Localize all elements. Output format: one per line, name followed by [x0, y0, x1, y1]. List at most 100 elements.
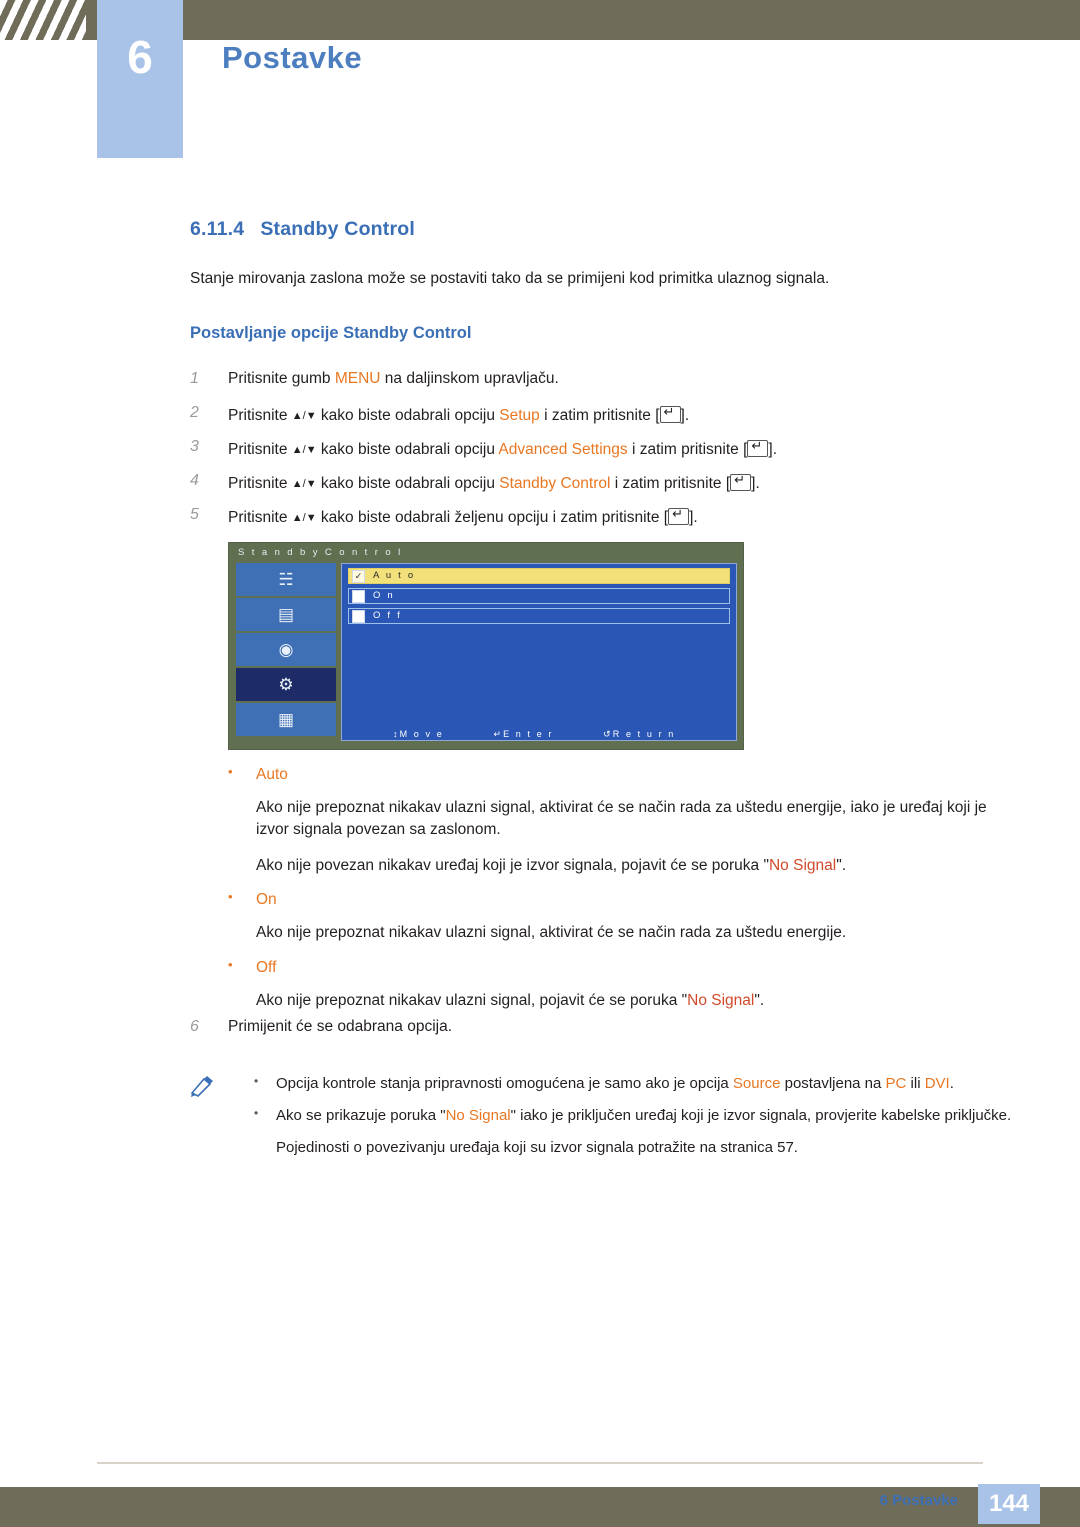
section-intro: Stanje mirovanja zaslona može se postavi… [190, 270, 830, 287]
picture-icon: ☵ [278, 570, 294, 589]
osd-hint-move: ↕M o v e [393, 729, 444, 739]
procedure-subheading: Postavljanje opcije Standby Control [190, 324, 472, 342]
osd-footer-hints: ↕M o v e ↵E n t e r ↺R e t u r n [341, 729, 737, 740]
step-text-tail: ]. [751, 475, 760, 492]
step-text: Pritisnite ▲/▼ kako biste odabrali opcij… [228, 471, 1020, 493]
osd-hint-enter: ↵E n t e r [493, 729, 554, 739]
option-bullet-auto: Auto [228, 764, 1018, 784]
osd-option-label: A u t o [373, 570, 416, 581]
keyword-dvi: DVI [924, 1075, 950, 1092]
osd-option-label: O f f [373, 610, 402, 621]
enter-key-icon [747, 438, 769, 457]
osd-option-off[interactable]: O f f [348, 608, 730, 624]
osd-icon-sound[interactable]: ◉ [236, 633, 336, 666]
note-text-pre: Opcija kontrole stanja pripravnosti omog… [276, 1075, 733, 1092]
updown-arrows-icon: ▲/▼ [291, 478, 317, 490]
note-pencil-icon [190, 1075, 216, 1097]
osd-icon-setup[interactable]: ⚙ [236, 668, 336, 701]
option-bullet-off: Off [228, 957, 1018, 977]
chapter-number: 6 [127, 31, 153, 83]
enter-key-icon [668, 506, 690, 525]
osd-option-on[interactable]: O n [348, 588, 730, 604]
step-text-mid: kako biste odabrali opciju [316, 475, 500, 492]
step-index: 4 [190, 472, 199, 489]
note-item-2: Ako se prikazuje poruka "No Signal" iako… [254, 1105, 1014, 1127]
option-auto-paragraph-1: Ako nije prepoznat nikakav ulazni signal… [256, 799, 987, 839]
osd-sidebar: ☵ ▤ ◉ ⚙ ▦ [236, 563, 336, 736]
step-text-pre: Pritisnite gumb [228, 370, 335, 387]
osd-hint-enter-label: E n t e r [503, 729, 554, 739]
option-bullet-on: On [228, 889, 1018, 909]
step-text-post: na daljinskom upravljaču. [380, 370, 559, 387]
section-number: 6.11.4 [190, 218, 245, 240]
note-plain-text: Pojedinosti o povezivanju uređaja koji s… [276, 1138, 798, 1156]
option-descriptions: Auto Ako nije prepoznat nikakav ulazni s… [228, 752, 1018, 1012]
updown-arrows-icon: ▲/▼ [291, 410, 317, 422]
checkbox-icon [352, 610, 365, 623]
step-text-post: i zatim pritisnite [ [610, 475, 731, 492]
header-hatch-decoration [0, 0, 86, 40]
osd-option-label: O n [373, 590, 395, 601]
note-text-tail: . [949, 1075, 954, 1092]
osd-screenshot: S t a n d b y C o n t r o l ☵ ▤ ◉ ⚙ ▦ ✓ A… [228, 542, 744, 750]
step-text: Pritisnite ▲/▼ kako biste odabrali opcij… [228, 437, 1020, 459]
section-heading: 6.11.4 Standby Control [190, 218, 415, 241]
osd-icon-multicontrol[interactable]: ▦ [236, 703, 336, 736]
step-index: 1 [190, 370, 199, 387]
option-label: Auto [256, 766, 288, 783]
step-index: 6 [190, 1018, 199, 1035]
step-text-pre: Pritisnite [228, 407, 292, 424]
footer-divider [97, 1462, 983, 1464]
osd-hint-return-label: R e t u r n [612, 729, 676, 739]
step-text-pre: Pritisnite [228, 441, 292, 458]
step-3: 3 Pritisnite ▲/▼ kako biste odabrali opc… [190, 437, 1020, 471]
no-signal-text: No Signal [768, 856, 837, 874]
option-auto-paragraph-2: Ako nije povezan nikakav uređaj koji je … [256, 856, 847, 874]
step-text-mid: kako biste odabrali opciju [316, 407, 500, 424]
footer-page-number: 144 [978, 1484, 1040, 1524]
menu-target-standby-control: Standby Control [499, 475, 611, 492]
note-text-post: ili [906, 1075, 925, 1092]
step-text-pre: Pritisnite [228, 509, 292, 526]
step-text-post: i zatim pritisnite [ [627, 441, 748, 458]
enter-key-icon [659, 404, 681, 423]
note-block: Opcija kontrole stanja pripravnosti omog… [190, 1063, 1020, 1156]
updown-arrows-icon: ▲/▼ [291, 444, 317, 456]
multicontrol-icon: ▦ [277, 710, 295, 729]
checkbox-checked-icon: ✓ [352, 570, 365, 583]
setup-gear-icon: ⚙ [278, 675, 294, 694]
step-text: Primijenit će se odabrana opcija. [228, 1018, 453, 1035]
note-item-1: Opcija kontrole stanja pripravnosti omog… [254, 1073, 1014, 1095]
step-1: 1 Pritisnite gumb MENU na daljinskom upr… [190, 369, 1020, 403]
option-off-paragraph-1: Ako nije prepoznat nikakav ulazni signal… [256, 991, 765, 1009]
step-text: Pritisnite ▲/▼ kako biste odabrali želje… [228, 505, 1020, 527]
section-title: Standby Control [260, 218, 416, 240]
menu-target-advanced-settings: Advanced Settings [498, 441, 628, 458]
keyword-source: Source [732, 1075, 781, 1092]
step-text-tail: ]. [689, 509, 698, 526]
menu-target-setup: Setup [499, 407, 540, 424]
osd-title: S t a n d b y C o n t r o l [238, 547, 403, 558]
option-label: On [256, 891, 277, 909]
updown-arrows-icon: ▲/▼ [291, 512, 317, 524]
chapter-number-box: 6 [97, 0, 183, 158]
step-text: Pritisnite gumb MENU na daljinskom uprav… [228, 369, 1020, 388]
enter-key-icon [730, 472, 752, 491]
step-text-mid: kako biste odabrali opciju [316, 441, 499, 458]
note-item-text: Opcija kontrole stanja pripravnosti omog… [276, 1073, 1014, 1095]
step-5: 5 Pritisnite ▲/▼ kako biste odabrali žel… [190, 505, 1020, 539]
osd-icon-screen[interactable]: ▤ [236, 598, 336, 631]
footer-chapter-label: 6 Postavke [879, 1492, 958, 1509]
step-index: 2 [190, 404, 199, 421]
osd-hint-return: ↺R e t u r n [603, 729, 676, 739]
osd-option-auto[interactable]: ✓ A u t o [348, 568, 730, 584]
osd-icon-picture[interactable]: ☵ [236, 563, 336, 596]
checkbox-icon [352, 590, 365, 603]
step-index: 3 [190, 438, 199, 455]
osd-options-panel: ✓ A u t o O n O f f [341, 563, 737, 741]
note-list: Opcija kontrole stanja pripravnosti omog… [254, 1073, 1014, 1156]
sound-icon: ◉ [278, 640, 294, 659]
step-text-tail: ]. [768, 441, 778, 458]
note-item-text: Ako se prikazuje poruka "No Signal" iako… [276, 1106, 1012, 1124]
menu-key-label: MENU [334, 370, 381, 387]
